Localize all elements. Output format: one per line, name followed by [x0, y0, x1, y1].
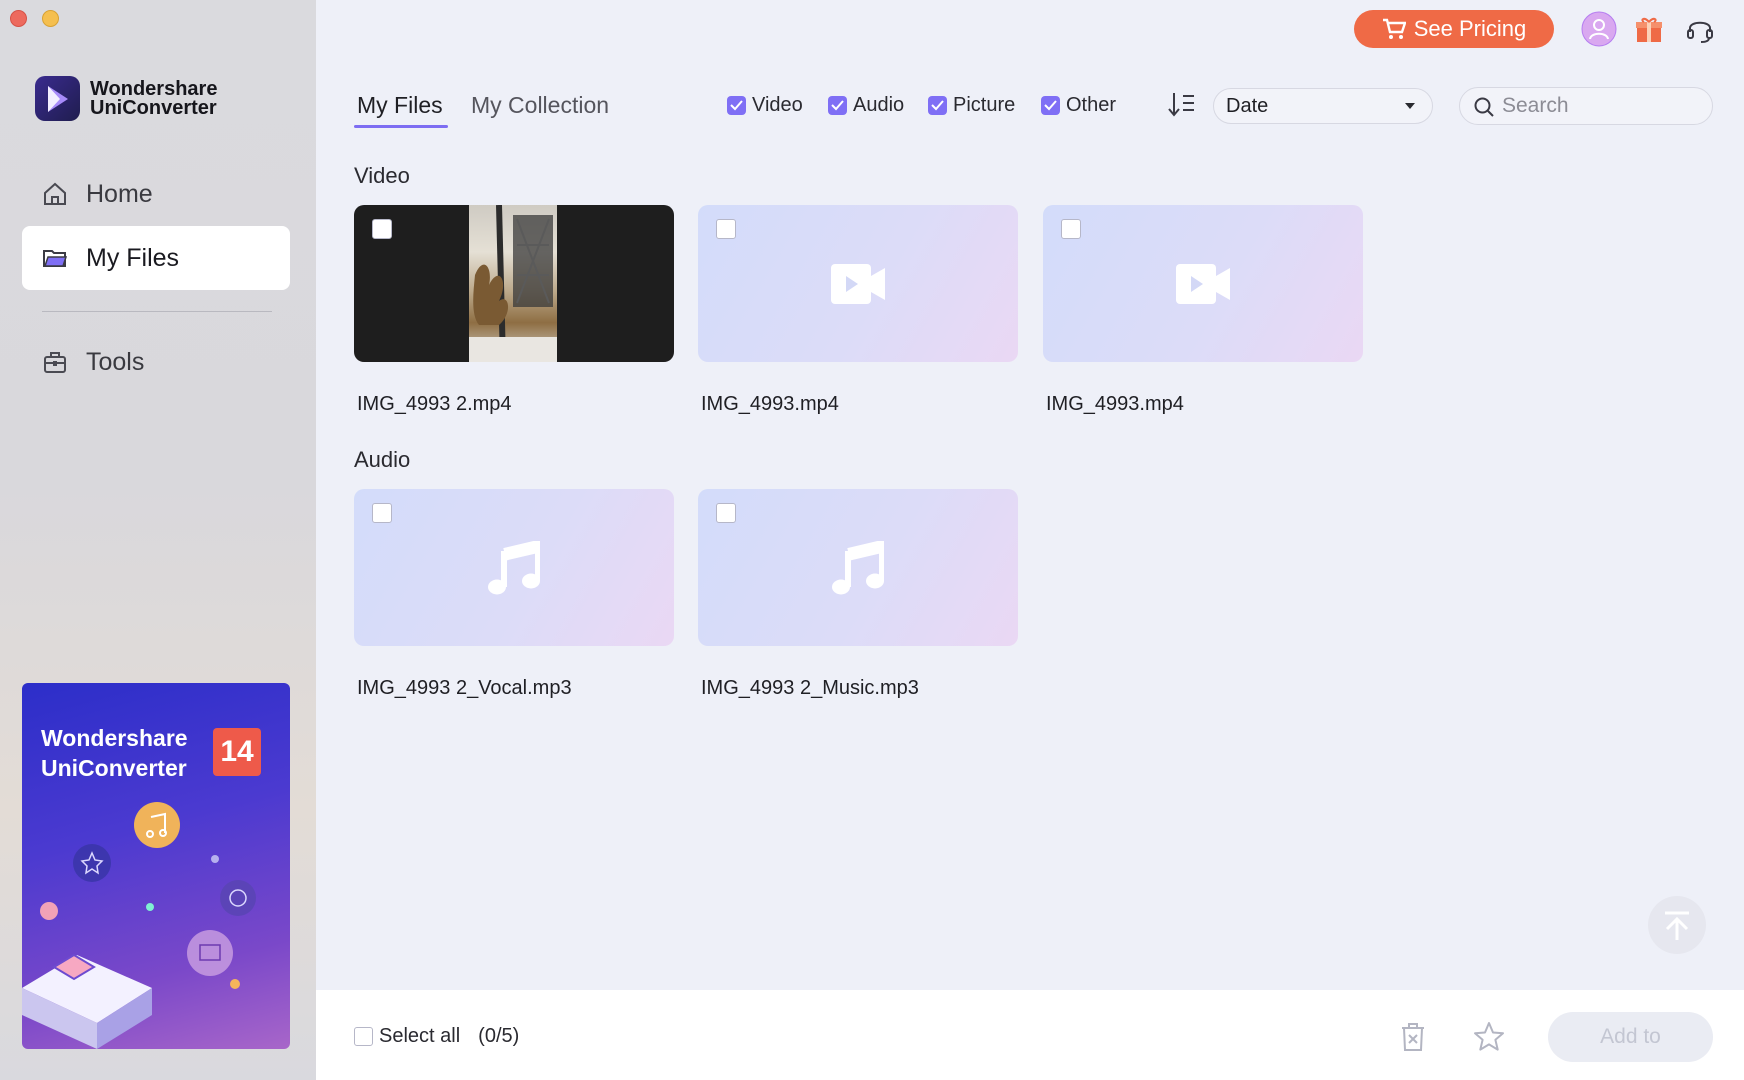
- active-tab-indicator: [354, 125, 448, 128]
- sort-order-icon[interactable]: [1166, 90, 1196, 120]
- filter-label: Other: [1066, 94, 1117, 116]
- filter-video[interactable]: Video: [727, 94, 803, 117]
- file-name: IMG_4993.mp4: [701, 393, 839, 415]
- scroll-to-top-button[interactable]: [1648, 896, 1706, 954]
- file-card[interactable]: [354, 205, 674, 362]
- tab-my-collection[interactable]: My Collection: [471, 92, 609, 119]
- file-card[interactable]: [698, 205, 1018, 362]
- section-title-video: Video: [354, 163, 410, 188]
- file-card[interactable]: [698, 489, 1018, 646]
- checkbox-checked-icon[interactable]: [828, 96, 847, 115]
- sidebar-item-my-files[interactable]: My Files: [22, 226, 290, 290]
- folder-icon: [43, 250, 68, 267]
- sort-by-value: Date: [1226, 94, 1269, 117]
- select-all-control[interactable]: Select all (0/5): [354, 1025, 519, 1048]
- version-badge: 14: [213, 728, 261, 776]
- sidebar-item-label: Home: [86, 179, 153, 208]
- filter-label: Video: [752, 94, 803, 116]
- account-avatar-button[interactable]: [1580, 10, 1618, 48]
- window-close-button[interactable]: [10, 10, 27, 27]
- filter-audio[interactable]: Audio: [828, 94, 904, 117]
- file-checkbox[interactable]: [716, 219, 736, 239]
- file-checkbox[interactable]: [716, 503, 736, 523]
- promo-title: Wondershare UniConverter: [41, 723, 188, 783]
- filter-other[interactable]: Other: [1041, 94, 1116, 117]
- filter-picture[interactable]: Picture: [928, 94, 1015, 117]
- search-input[interactable]: [1502, 94, 1702, 118]
- support-button[interactable]: [1681, 10, 1719, 48]
- checkbox-checked-icon[interactable]: [1041, 96, 1060, 115]
- promo-title-line1: Wondershare: [41, 725, 188, 751]
- window-minimize-button[interactable]: [42, 10, 59, 27]
- app-name-line1: Wondershare: [90, 77, 218, 100]
- filter-label: Audio: [853, 94, 905, 116]
- sidebar-item-tools[interactable]: Tools: [22, 330, 290, 394]
- search-icon: [1474, 97, 1494, 117]
- app-name: Wondershare UniConverter: [90, 77, 218, 119]
- file-checkbox[interactable]: [1061, 219, 1081, 239]
- promo-title-line2: UniConverter: [41, 755, 187, 781]
- toolbox-icon: [44, 352, 66, 373]
- home-icon: [44, 182, 66, 205]
- file-name: IMG_4993 2_Music.mp3: [701, 677, 919, 699]
- file-name: IMG_4993 2.mp4: [357, 393, 512, 415]
- file-checkbox[interactable]: [372, 219, 392, 239]
- app-brand: Wondershare UniConverter: [35, 76, 217, 121]
- checkbox-checked-icon[interactable]: [727, 96, 746, 115]
- chevron-down-icon: [1405, 103, 1415, 109]
- promo-illustration: [22, 802, 256, 1049]
- sort-by-select[interactable]: Date: [1213, 88, 1433, 124]
- sidebar-item-label: My Files: [86, 243, 180, 272]
- sidebar-item-label: Tools: [86, 347, 145, 376]
- checkbox-checked-icon[interactable]: [928, 96, 947, 115]
- gift-icon: [1636, 17, 1662, 42]
- app-name-line2: UniConverter: [90, 96, 217, 119]
- file-name: IMG_4993.mp4: [1046, 393, 1184, 415]
- search-box[interactable]: [1459, 87, 1713, 125]
- selection-count: (0/5): [478, 1025, 520, 1047]
- sidebar-divider: [42, 311, 272, 312]
- see-pricing-label: See Pricing: [1413, 16, 1527, 41]
- user-avatar-icon: [1581, 11, 1617, 47]
- promo-banner[interactable]: Wondershare UniConverter 14: [22, 683, 290, 1049]
- select-all-checkbox[interactable]: [354, 1027, 373, 1046]
- file-name: IMG_4993 2_Vocal.mp3: [357, 677, 572, 699]
- filter-label: Picture: [953, 94, 1016, 116]
- see-pricing-button[interactable]: See Pricing: [1354, 10, 1554, 48]
- add-to-button[interactable]: Add to: [1548, 1012, 1713, 1062]
- app-logo-icon: [35, 76, 80, 121]
- video-file-icon: [1176, 263, 1230, 304]
- tab-my-files[interactable]: My Files: [357, 92, 443, 119]
- arrow-up-icon: [1665, 911, 1689, 940]
- sidebar: Wondershare UniConverter Home My Files T…: [0, 0, 316, 1080]
- file-card[interactable]: [1043, 205, 1363, 362]
- music-file-icon: [488, 540, 540, 594]
- video-file-icon: [831, 263, 885, 304]
- cart-icon: [1382, 18, 1406, 39]
- bottom-action-bar: [316, 990, 1744, 1080]
- video-thumbnail: [469, 205, 557, 362]
- delete-icon[interactable]: [1396, 1020, 1430, 1054]
- headset-icon: [1687, 21, 1713, 43]
- select-all-label: Select all: [379, 1025, 461, 1047]
- file-checkbox[interactable]: [372, 503, 392, 523]
- sidebar-item-home[interactable]: Home: [22, 162, 290, 226]
- music-file-icon: [832, 540, 884, 594]
- gift-button[interactable]: [1630, 10, 1668, 48]
- star-icon[interactable]: [1472, 1020, 1506, 1054]
- file-card[interactable]: [354, 489, 674, 646]
- section-title-audio: Audio: [354, 447, 411, 472]
